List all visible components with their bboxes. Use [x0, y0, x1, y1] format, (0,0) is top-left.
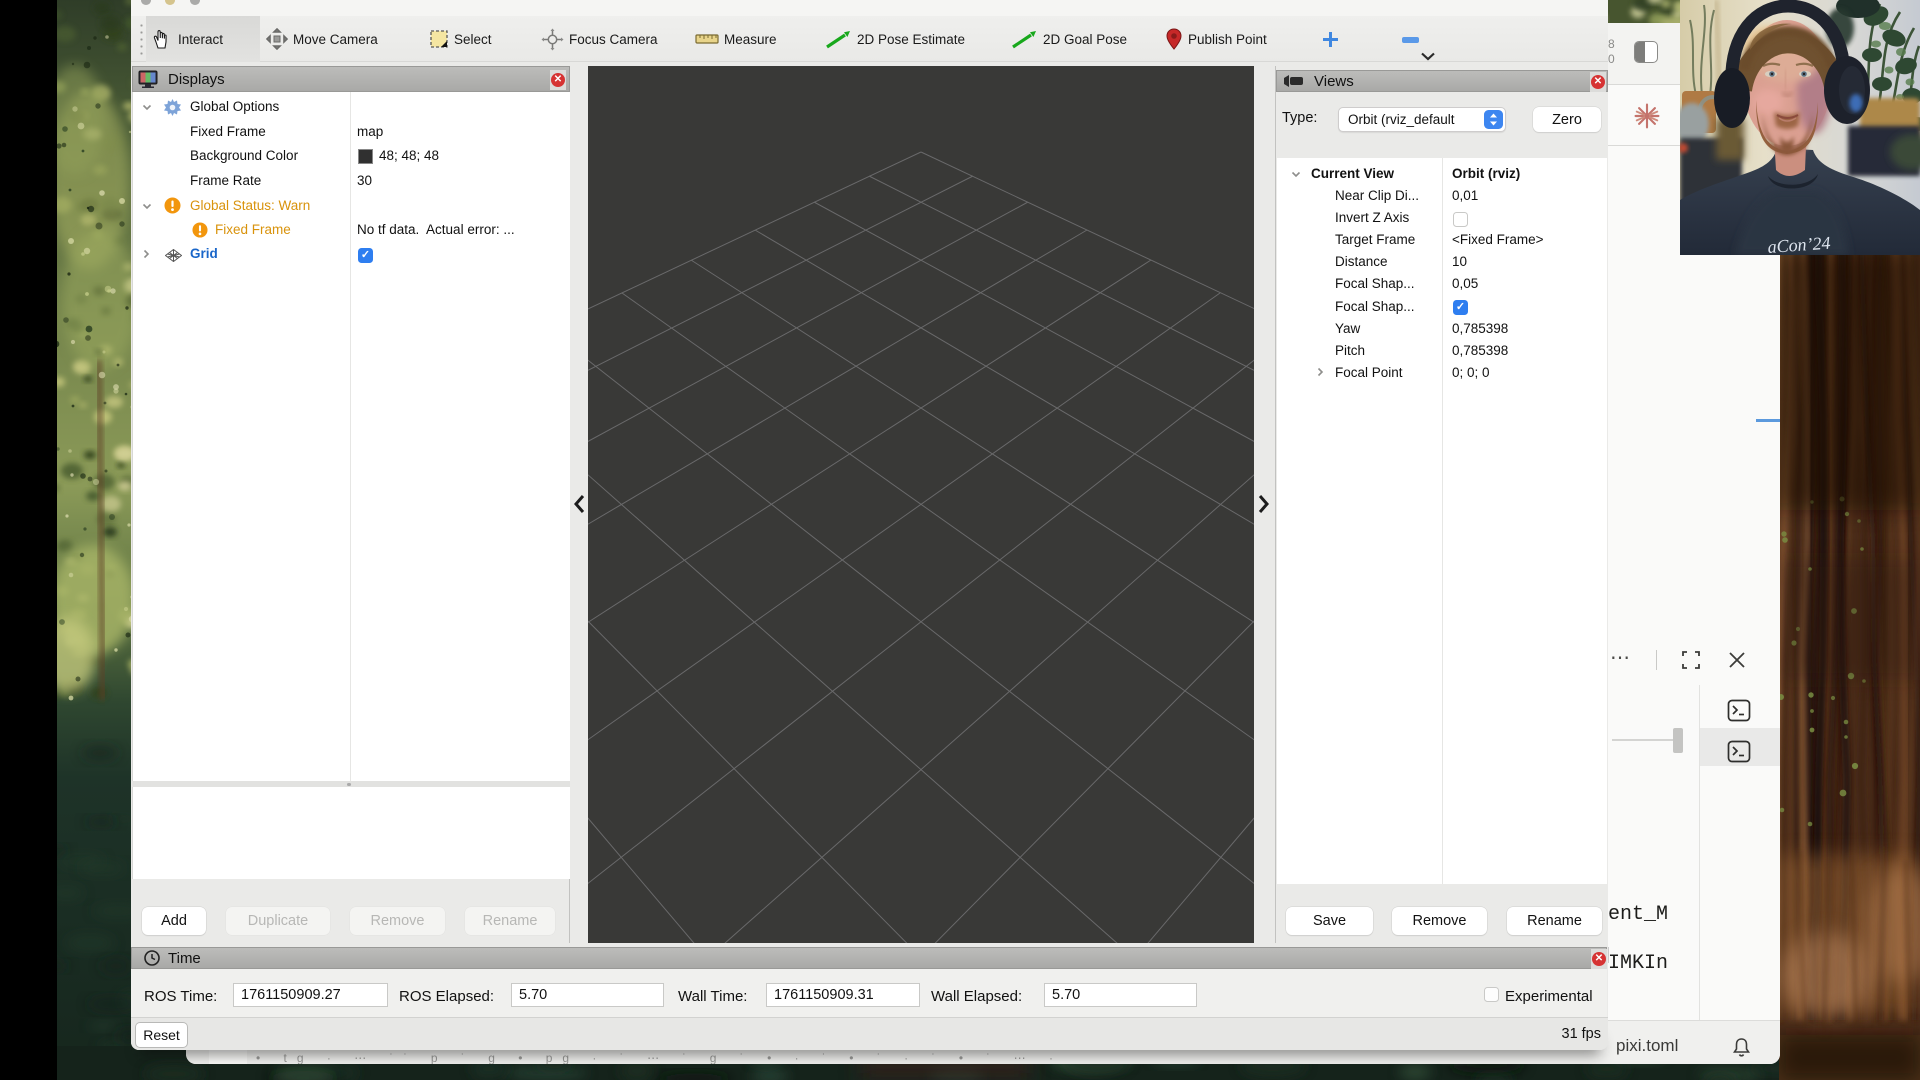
svg-text:aCon’24: aCon’24 — [1767, 233, 1831, 255]
